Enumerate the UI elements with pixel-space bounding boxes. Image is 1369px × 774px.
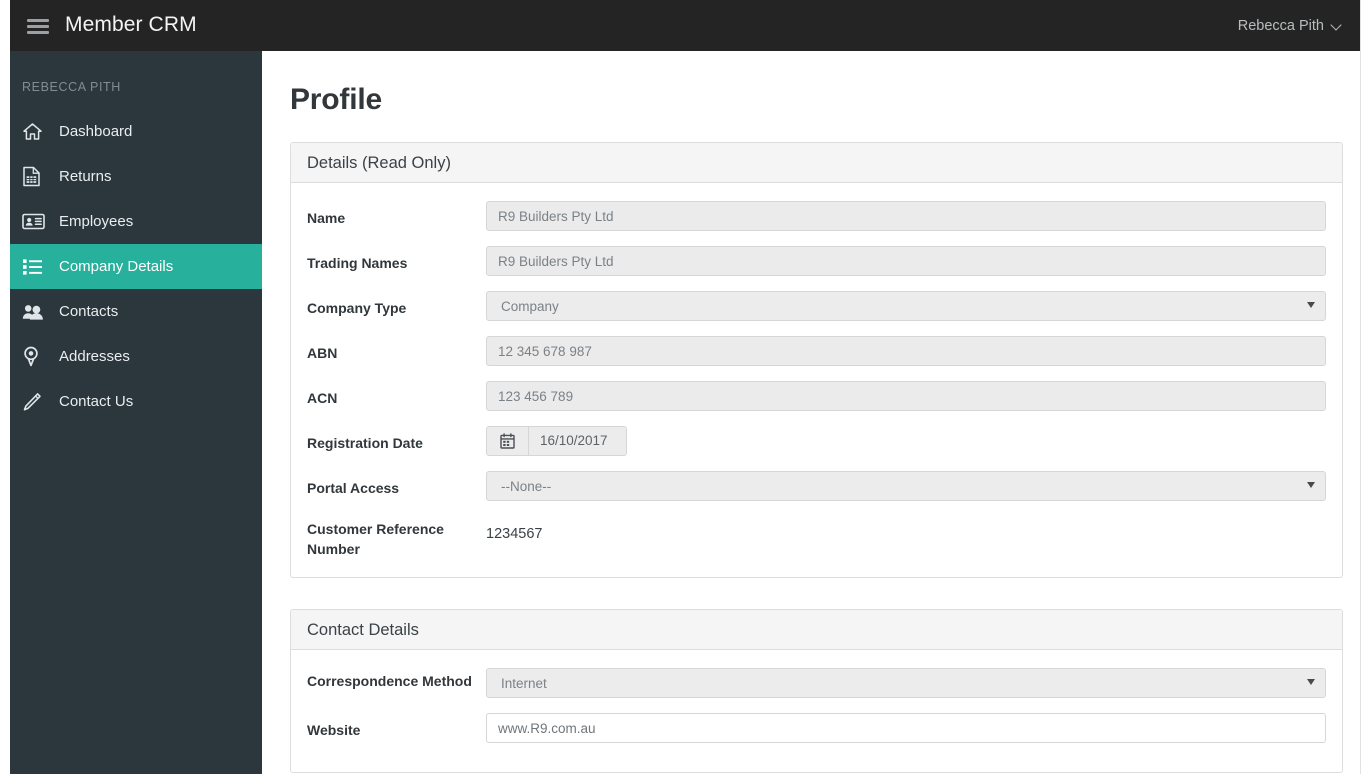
sidebar-heading: REBECCA PITH	[22, 80, 121, 94]
sidebar-item-label: Employees	[59, 212, 134, 230]
map-pin-icon	[22, 345, 52, 369]
page-title: Profile	[290, 83, 382, 116]
sidebar-item-addresses[interactable]: Addresses	[10, 334, 262, 379]
hamburger-icon[interactable]	[19, 13, 57, 39]
form-row-customer-reference-number: Customer Reference Number 1234567	[291, 512, 1342, 559]
sidebar-item-contacts[interactable]: Contacts	[10, 289, 262, 334]
sidebar-item-label: Addresses	[59, 347, 130, 365]
form-row-registration-date: Registration Date	[291, 422, 1342, 467]
hamburger-bar	[27, 24, 49, 28]
people-icon	[22, 300, 52, 324]
registration-date-input[interactable]	[529, 427, 626, 455]
portal-access-select[interactable]	[486, 471, 1326, 501]
field-control	[486, 287, 1326, 321]
form-row-name: Name	[291, 197, 1342, 242]
field-label: Website	[307, 722, 361, 738]
panel-body: Name Trading Names Company Type	[291, 183, 1342, 577]
form-row-trading-names: Trading Names	[291, 242, 1342, 287]
panel-title: Contact Details	[291, 610, 1342, 650]
name-input[interactable]	[486, 201, 1326, 231]
sidebar-item-label: Contacts	[59, 302, 119, 320]
hamburger-bar	[27, 18, 49, 22]
calendar-icon[interactable]	[487, 427, 529, 455]
id-card-icon	[22, 210, 52, 234]
sidebar-item-label: Contact Us	[59, 392, 134, 410]
correspondence-method-select[interactable]	[486, 668, 1326, 698]
sidebar-item-label: Returns	[59, 167, 112, 185]
sidebar-item-label: Company Details	[59, 257, 174, 275]
app-brand-title: Member CRM	[65, 13, 197, 36]
field-control	[486, 664, 1326, 698]
registration-date-group[interactable]	[486, 426, 627, 456]
field-control	[486, 197, 1326, 231]
field-label: Name	[307, 210, 346, 226]
field-label: Registration Date	[307, 435, 423, 451]
form-row-company-type: Company Type	[291, 287, 1342, 332]
form-row-abn: ABN	[291, 332, 1342, 377]
trading-names-input[interactable]	[486, 246, 1326, 276]
abn-input[interactable]	[486, 336, 1326, 366]
field-control: 1234567	[486, 512, 1326, 545]
form-row-website: Website	[291, 709, 1342, 754]
panel-title: Details (Read Only)	[291, 143, 1342, 183]
pencil-icon	[22, 390, 52, 414]
company-type-select[interactable]	[486, 291, 1326, 321]
panel-details: Details (Read Only) Name Trading Names	[290, 142, 1343, 578]
sidebar-item-company-details[interactable]: Company Details	[10, 244, 262, 289]
sidebar-item-dashboard[interactable]: Dashboard	[10, 109, 262, 154]
form-row-acn: ACN	[291, 377, 1342, 422]
sidebar-item-returns[interactable]: Returns	[10, 154, 262, 199]
field-label: Portal Access	[307, 480, 400, 496]
panel-contact-details: Contact Details Correspondence Method We…	[290, 609, 1343, 773]
form-row-correspondence-method: Correspondence Method	[291, 664, 1342, 709]
field-control	[486, 467, 1326, 501]
field-control	[486, 332, 1326, 366]
sidebar-item-employees[interactable]: Employees	[10, 199, 262, 244]
company-type-value[interactable]	[486, 291, 1326, 321]
sidebar-item-label: Dashboard	[59, 122, 133, 140]
customer-reference-number-value: 1234567	[486, 526, 543, 542]
website-input[interactable]	[486, 713, 1326, 743]
field-label: Trading Names	[307, 255, 408, 271]
field-control	[486, 709, 1326, 743]
field-control	[486, 377, 1326, 411]
field-label: Company Type	[307, 300, 407, 316]
chevron-down-icon	[1332, 20, 1343, 31]
field-label: ABN	[307, 345, 338, 361]
top-navigation-bar: Member CRM Rebecca Pith	[10, 0, 1360, 51]
field-control	[486, 242, 1326, 276]
field-label: Customer Reference Number	[307, 521, 444, 557]
field-control	[486, 422, 1326, 456]
document-icon	[22, 165, 52, 189]
main-content: Profile Details (Read Only) Name Trading…	[262, 51, 1360, 774]
portal-access-value[interactable]	[486, 471, 1326, 501]
field-label: Correspondence Method	[307, 673, 472, 689]
sidebar-item-contact-us[interactable]: Contact Us	[10, 379, 262, 424]
hamburger-bar	[27, 30, 49, 34]
sidebar: REBECCA PITH Dashboard Returns Employees…	[10, 51, 262, 774]
home-icon	[22, 120, 52, 144]
user-menu-label: Rebecca Pith	[1237, 18, 1324, 34]
application-window: Member CRM Rebecca Pith REBECCA PITH Das…	[0, 0, 1369, 774]
form-row-portal-access: Portal Access	[291, 467, 1342, 512]
user-menu[interactable]: Rebecca Pith	[1238, 15, 1343, 37]
correspondence-method-value[interactable]	[486, 668, 1326, 698]
field-label: ACN	[307, 390, 338, 406]
page-frame: Member CRM Rebecca Pith REBECCA PITH Das…	[10, 0, 1361, 774]
panel-body: Correspondence Method Website	[291, 650, 1342, 772]
acn-input[interactable]	[486, 381, 1326, 411]
list-icon	[22, 255, 52, 279]
